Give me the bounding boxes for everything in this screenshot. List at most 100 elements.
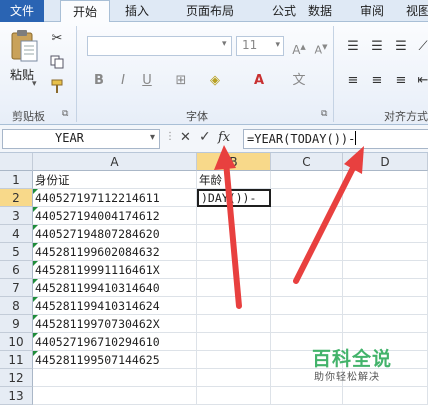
cell-c5[interactable] <box>271 243 343 261</box>
font-launcher-icon[interactable]: ⧉ <box>321 109 327 119</box>
cell-a2[interactable]: 440527197112214611 <box>33 189 197 207</box>
cell-b9[interactable] <box>197 315 271 333</box>
clipboard-launcher-icon[interactable]: ⧉ <box>62 109 68 119</box>
formula-input[interactable]: =YEAR(TODAY())- <box>243 129 428 149</box>
paste-icon[interactable] <box>8 28 40 64</box>
row-header-9[interactable]: 9 <box>0 315 33 333</box>
cell-b4[interactable] <box>197 225 271 243</box>
align-bottom-icon[interactable]: ☰ <box>392 38 410 56</box>
tab-data[interactable]: 数据 <box>298 0 342 22</box>
italic-icon[interactable]: I <box>114 72 132 90</box>
cell-a12[interactable] <box>33 369 197 387</box>
font-size-select[interactable]: 11 ▾ <box>236 36 284 56</box>
cell-b12[interactable] <box>197 369 271 387</box>
cell-b3[interactable] <box>197 207 271 225</box>
underline-icon[interactable]: U <box>138 72 156 90</box>
cell-c9[interactable] <box>271 315 343 333</box>
row-header-12[interactable]: 12 <box>0 369 33 387</box>
cell-d6[interactable] <box>343 261 428 279</box>
row-header-2[interactable]: 2 <box>0 189 33 207</box>
name-box[interactable]: YEAR ▾ <box>2 129 160 149</box>
cell-a8[interactable]: 445281199410314624 <box>33 297 197 315</box>
cell-d7[interactable] <box>343 279 428 297</box>
select-all-corner[interactable] <box>0 153 33 171</box>
borders-icon[interactable]: ⊞ <box>172 72 190 90</box>
column-header-d[interactable]: D <box>343 153 428 171</box>
tab-home[interactable]: 开始 <box>60 0 110 23</box>
cell-a1[interactable]: 身份证 <box>33 171 197 189</box>
decrease-indent-icon[interactable]: ⇤ <box>414 72 428 90</box>
name-box-dropdown-icon[interactable]: ▾ <box>150 132 155 143</box>
align-center-icon[interactable]: ≡ <box>368 72 386 90</box>
cell-c8[interactable] <box>271 297 343 315</box>
shrink-font-icon[interactable]: A▼ <box>312 38 330 57</box>
insert-function-icon[interactable]: fx <box>218 130 230 145</box>
cell-a3[interactable]: 440527194004174612 <box>33 207 197 225</box>
row-header-6[interactable]: 6 <box>0 261 33 279</box>
column-header-b[interactable]: B <box>197 153 271 171</box>
orientation-icon[interactable]: ⟋ <box>414 38 428 56</box>
cut-icon[interactable]: ✂ <box>48 30 66 48</box>
bold-icon[interactable]: B <box>90 72 108 90</box>
font-color-icon[interactable]: A <box>250 72 268 90</box>
cell-d1[interactable] <box>343 171 428 189</box>
tab-insert[interactable]: 插入 <box>115 0 159 22</box>
cell-a6[interactable]: 44528119991116461X <box>33 261 197 279</box>
cell-b7[interactable] <box>197 279 271 297</box>
cell-a9[interactable]: 44528119970730462X <box>33 315 197 333</box>
enter-icon[interactable]: ✓ <box>199 129 211 145</box>
cell-b13[interactable] <box>197 387 271 405</box>
tab-page-layout[interactable]: 页面布局 <box>168 0 252 22</box>
font-size-dropdown-icon[interactable]: ▾ <box>275 40 280 50</box>
cell-d2[interactable] <box>343 189 428 207</box>
cell-d5[interactable] <box>343 243 428 261</box>
cell-b10[interactable] <box>197 333 271 351</box>
align-middle-icon[interactable]: ☰ <box>368 38 386 56</box>
row-header-7[interactable]: 7 <box>0 279 33 297</box>
cell-b6[interactable] <box>197 261 271 279</box>
column-header-a[interactable]: A <box>33 153 197 171</box>
cell-a13[interactable] <box>33 387 197 405</box>
cell-b1[interactable]: 年龄 <box>197 171 271 189</box>
tab-view[interactable]: 视图 <box>398 0 428 22</box>
cell-b8[interactable] <box>197 297 271 315</box>
cell-a4[interactable]: 440527194807284620 <box>33 225 197 243</box>
align-left-icon[interactable]: ≡ <box>344 72 362 90</box>
active-cell-b2[interactable]: )DAY())- <box>197 189 271 207</box>
font-name-dropdown-icon[interactable]: ▾ <box>222 39 227 49</box>
cell-c7[interactable] <box>271 279 343 297</box>
cell-d4[interactable] <box>343 225 428 243</box>
row-header-1[interactable]: 1 <box>0 171 33 189</box>
row-header-5[interactable]: 5 <box>0 243 33 261</box>
cell-a11[interactable]: 445281199507144625 <box>33 351 197 369</box>
cell-a5[interactable]: 445281199602084632 <box>33 243 197 261</box>
cell-d8[interactable] <box>343 297 428 315</box>
row-header-8[interactable]: 8 <box>0 297 33 315</box>
font-name-select[interactable] <box>87 36 232 56</box>
cell-c3[interactable] <box>271 207 343 225</box>
tab-review[interactable]: 审阅 <box>350 0 394 22</box>
align-top-icon[interactable]: ☰ <box>344 38 362 56</box>
fill-color-icon[interactable]: ◈ <box>206 72 224 90</box>
row-header-13[interactable]: 13 <box>0 387 33 405</box>
cell-d13[interactable] <box>343 387 428 405</box>
column-header-c[interactable]: C <box>271 153 343 171</box>
cell-d3[interactable] <box>343 207 428 225</box>
row-header-4[interactable]: 4 <box>0 225 33 243</box>
cell-c1[interactable] <box>271 171 343 189</box>
paste-label[interactable]: 粘贴 <box>10 66 34 83</box>
cell-c4[interactable] <box>271 225 343 243</box>
row-header-11[interactable]: 11 <box>0 351 33 369</box>
cell-b11[interactable] <box>197 351 271 369</box>
cell-b5[interactable] <box>197 243 271 261</box>
tab-file[interactable]: 文件 <box>0 0 44 22</box>
row-header-3[interactable]: 3 <box>0 207 33 225</box>
phonetic-icon[interactable]: 文 <box>290 72 308 90</box>
cell-c2[interactable] <box>271 189 343 207</box>
row-header-10[interactable]: 10 <box>0 333 33 351</box>
cell-a10[interactable]: 440527196710294610 <box>33 333 197 351</box>
cell-c13[interactable] <box>271 387 343 405</box>
cell-d9[interactable] <box>343 315 428 333</box>
cell-c6[interactable] <box>271 261 343 279</box>
align-right-icon[interactable]: ≡ <box>392 72 410 90</box>
